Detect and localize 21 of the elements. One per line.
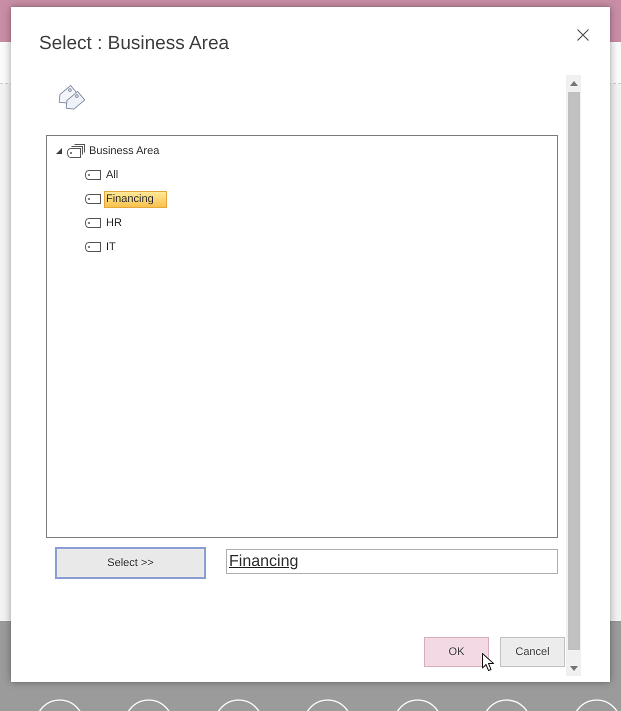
dialog-title: Select : Business Area <box>39 32 230 56</box>
tree-item[interactable]: HR <box>104 214 135 232</box>
close-icon[interactable] <box>577 29 589 41</box>
scroll-down-icon[interactable] <box>570 666 578 671</box>
tag-icon <box>85 218 101 228</box>
triangle-icon[interactable] <box>56 148 62 154</box>
tag-icon <box>85 242 101 252</box>
mouse-pointer-icon <box>482 653 495 672</box>
scroll-thumb[interactable] <box>568 92 580 650</box>
tree-item[interactable]: All <box>104 166 132 184</box>
scroll-up-icon[interactable] <box>570 81 578 86</box>
tag-icon <box>85 170 101 180</box>
tree-item[interactable]: IT <box>104 238 129 256</box>
selection-field[interactable]: Financing <box>226 549 558 574</box>
select-button[interactable]: Select >> <box>55 547 206 579</box>
tree-root-label[interactable]: Business Area <box>89 142 160 160</box>
cancel-button[interactable]: Cancel <box>500 637 565 667</box>
tag-set-icon <box>67 144 85 158</box>
tag-icon <box>85 194 101 204</box>
ok-button[interactable]: OK <box>424 637 489 667</box>
tree-item[interactable]: Financing <box>104 190 167 208</box>
